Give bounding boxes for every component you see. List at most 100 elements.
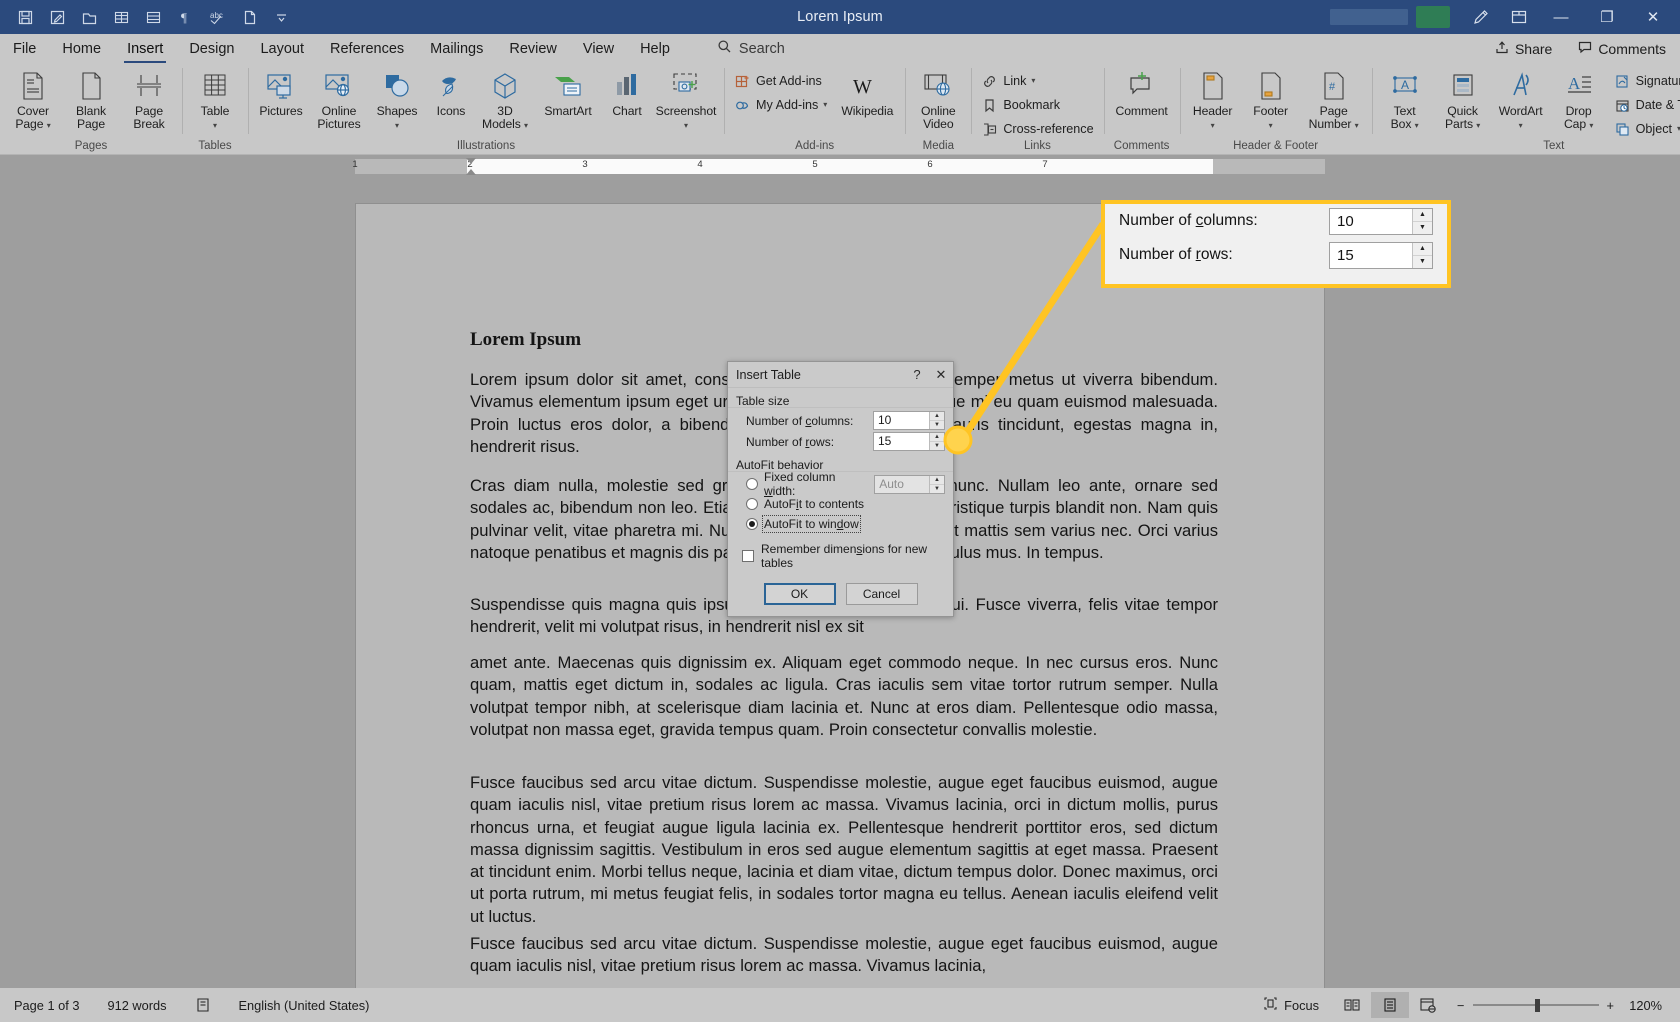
chevron-down-icon[interactable]: ▾ — [1519, 121, 1523, 130]
text-box-button[interactable]: A Text Box ▾ — [1376, 65, 1434, 131]
chevron-down-icon[interactable]: ▾ — [47, 121, 51, 130]
first-line-indent-marker[interactable] — [466, 158, 476, 164]
chevron-down-icon[interactable]: ▾ — [1415, 121, 1419, 130]
restore-button[interactable]: ❐ — [1584, 0, 1630, 34]
chevron-down-icon[interactable]: ▾ — [524, 121, 528, 130]
callout-rows-spin-arrows[interactable]: ▲ ▼ — [1412, 242, 1432, 268]
page-break-button[interactable]: Page Break — [120, 65, 178, 131]
minimize-button[interactable]: — — [1538, 0, 1584, 34]
spin-up-icon[interactable]: ▲ — [930, 433, 944, 441]
print-layout-button[interactable] — [1371, 992, 1410, 1018]
chevron-down-icon[interactable]: ▾ — [1476, 121, 1480, 130]
spin-down-icon[interactable]: ▼ — [930, 420, 944, 429]
header-button[interactable]: Header ▾ — [1184, 65, 1242, 131]
callout-columns-spin-arrows[interactable]: ▲ ▼ — [1412, 208, 1432, 234]
comments-button[interactable]: Comments — [1570, 38, 1674, 59]
online-video-button[interactable]: Online Video — [909, 65, 967, 131]
ok-button[interactable]: OK — [763, 583, 836, 605]
tab-file[interactable]: File — [0, 34, 49, 63]
page-number-button[interactable]: # Page Number ▾ — [1300, 65, 1368, 131]
tab-home[interactable]: Home — [49, 34, 114, 63]
radio-icon-selected[interactable] — [746, 518, 758, 530]
fixed-width-spin-arrows[interactable]: ▲ ▼ — [929, 475, 944, 493]
tab-layout[interactable]: Layout — [247, 34, 317, 63]
read-mode-button[interactable] — [1333, 992, 1371, 1018]
radio-icon[interactable] — [746, 498, 758, 510]
pictures-button[interactable]: Pictures — [252, 65, 310, 118]
chevron-down-icon[interactable]: ▾ — [1355, 121, 1359, 130]
horizontal-ruler[interactable]: 1 2 3 4 5 6 7 — [0, 156, 1680, 176]
paragraph-mark-icon[interactable]: ¶ — [170, 4, 200, 30]
rows-value[interactable]: 15 — [874, 433, 929, 450]
zoom-in-button[interactable]: + — [1607, 998, 1614, 1013]
fixed-width-stepper[interactable]: Auto ▲ ▼ — [874, 474, 945, 494]
wikipedia-button[interactable]: W Wikipedia — [833, 65, 901, 118]
chevron-down-icon[interactable]: ▾ — [1589, 121, 1593, 130]
print-layout-icon[interactable] — [138, 4, 168, 30]
my-addins-button[interactable]: My Add-ins ▾ — [731, 95, 830, 115]
cancel-button[interactable]: Cancel — [845, 583, 918, 605]
spin-up-icon[interactable]: ▲ — [930, 476, 944, 484]
chart-button[interactable]: Chart — [602, 65, 652, 118]
pen-icon[interactable] — [1462, 0, 1500, 34]
screenshot-button[interactable]: Screenshot ▾ — [652, 65, 720, 131]
fixed-width-value[interactable]: Auto — [875, 476, 929, 493]
chevron-down-icon[interactable]: ▾ — [1031, 77, 1035, 85]
table-button[interactable]: Table ▾ — [186, 65, 244, 131]
help-button[interactable]: ? — [905, 362, 929, 388]
get-addins-button[interactable]: Get Add-ins — [731, 71, 830, 91]
remember-dimensions-checkbox-row[interactable]: Remember dimensions for new tables — [728, 534, 953, 572]
save-icon[interactable] — [10, 4, 40, 30]
zoom-slider-thumb[interactable] — [1534, 999, 1540, 1012]
focus-button[interactable]: Focus — [1249, 996, 1333, 1014]
close-icon[interactable]: ✕ — [929, 362, 953, 388]
object-button[interactable]: Object ▾ — [1611, 119, 1680, 139]
smartart-button[interactable]: SmartArt — [534, 65, 602, 118]
radio-autofit-to-contents[interactable]: AutoFit to contents — [728, 494, 953, 514]
insert-table-dialog[interactable]: Insert Table ? ✕ Table size Number of co… — [727, 361, 954, 617]
word-count[interactable]: 912 words — [93, 998, 180, 1013]
columns-value[interactable]: 10 — [874, 412, 929, 429]
share-button[interactable]: Share — [1487, 38, 1560, 59]
spin-down-icon[interactable]: ▼ — [930, 483, 944, 493]
spin-down-icon[interactable]: ▼ — [1413, 220, 1432, 234]
radio-icon[interactable] — [746, 478, 758, 490]
zoom-percentage[interactable]: 120% — [1622, 998, 1662, 1013]
ribbon-display-icon[interactable] — [1500, 0, 1538, 34]
search-box[interactable]: Search — [717, 34, 785, 63]
cross-reference-button[interactable]: Cross-reference — [978, 119, 1096, 139]
language-indicator[interactable]: English (United States) — [225, 998, 384, 1013]
shapes-button[interactable]: Shapes ▾ — [368, 65, 426, 131]
tab-mailings[interactable]: Mailings — [417, 34, 496, 63]
tab-insert[interactable]: Insert — [114, 34, 176, 64]
tab-view[interactable]: View — [570, 34, 627, 63]
new-document-icon[interactable] — [234, 4, 264, 30]
callout-rows-value[interactable]: 15 — [1330, 243, 1412, 268]
zoom-slider[interactable] — [1472, 998, 1599, 1012]
callout-columns-stepper[interactable]: 10 ▲ ▼ — [1329, 207, 1433, 235]
zoom-out-button[interactable]: − — [1457, 998, 1464, 1013]
radio-fixed-column-width[interactable]: Fixed column width: Auto ▲ ▼ — [728, 470, 953, 498]
zoom-control[interactable]: − + 120% — [1447, 998, 1672, 1013]
checkbox-icon[interactable] — [742, 550, 754, 562]
chevron-down-icon[interactable]: ▾ — [823, 101, 827, 109]
callout-columns-value[interactable]: 10 — [1330, 209, 1412, 234]
spin-down-icon[interactable]: ▼ — [930, 441, 944, 450]
callout-rows-stepper[interactable]: 15 ▲ ▼ — [1329, 241, 1433, 269]
drop-cap-button[interactable]: A Drop Cap ▾ — [1550, 65, 1608, 131]
spin-down-icon[interactable]: ▼ — [1413, 254, 1432, 268]
customize-qat-icon[interactable] — [266, 4, 296, 30]
icons-button[interactable]: Icons — [426, 65, 476, 118]
open-icon[interactable] — [74, 4, 104, 30]
tab-references[interactable]: References — [317, 34, 417, 63]
tab-review[interactable]: Review — [496, 34, 570, 63]
comment-button[interactable]: Comment — [1108, 65, 1176, 118]
link-button[interactable]: Link ▾ — [978, 71, 1096, 91]
page-indicator[interactable]: Page 1 of 3 — [0, 998, 93, 1013]
autosave-icon[interactable] — [42, 4, 72, 30]
date-time-button[interactable]: Date & Time — [1611, 95, 1680, 115]
columns-spin-arrows[interactable]: ▲ ▼ — [929, 412, 944, 429]
spin-up-icon[interactable]: ▲ — [1413, 209, 1432, 221]
radio-autofit-to-window[interactable]: AutoFit to window — [728, 514, 953, 534]
columns-stepper[interactable]: 10 ▲ ▼ — [873, 411, 945, 430]
